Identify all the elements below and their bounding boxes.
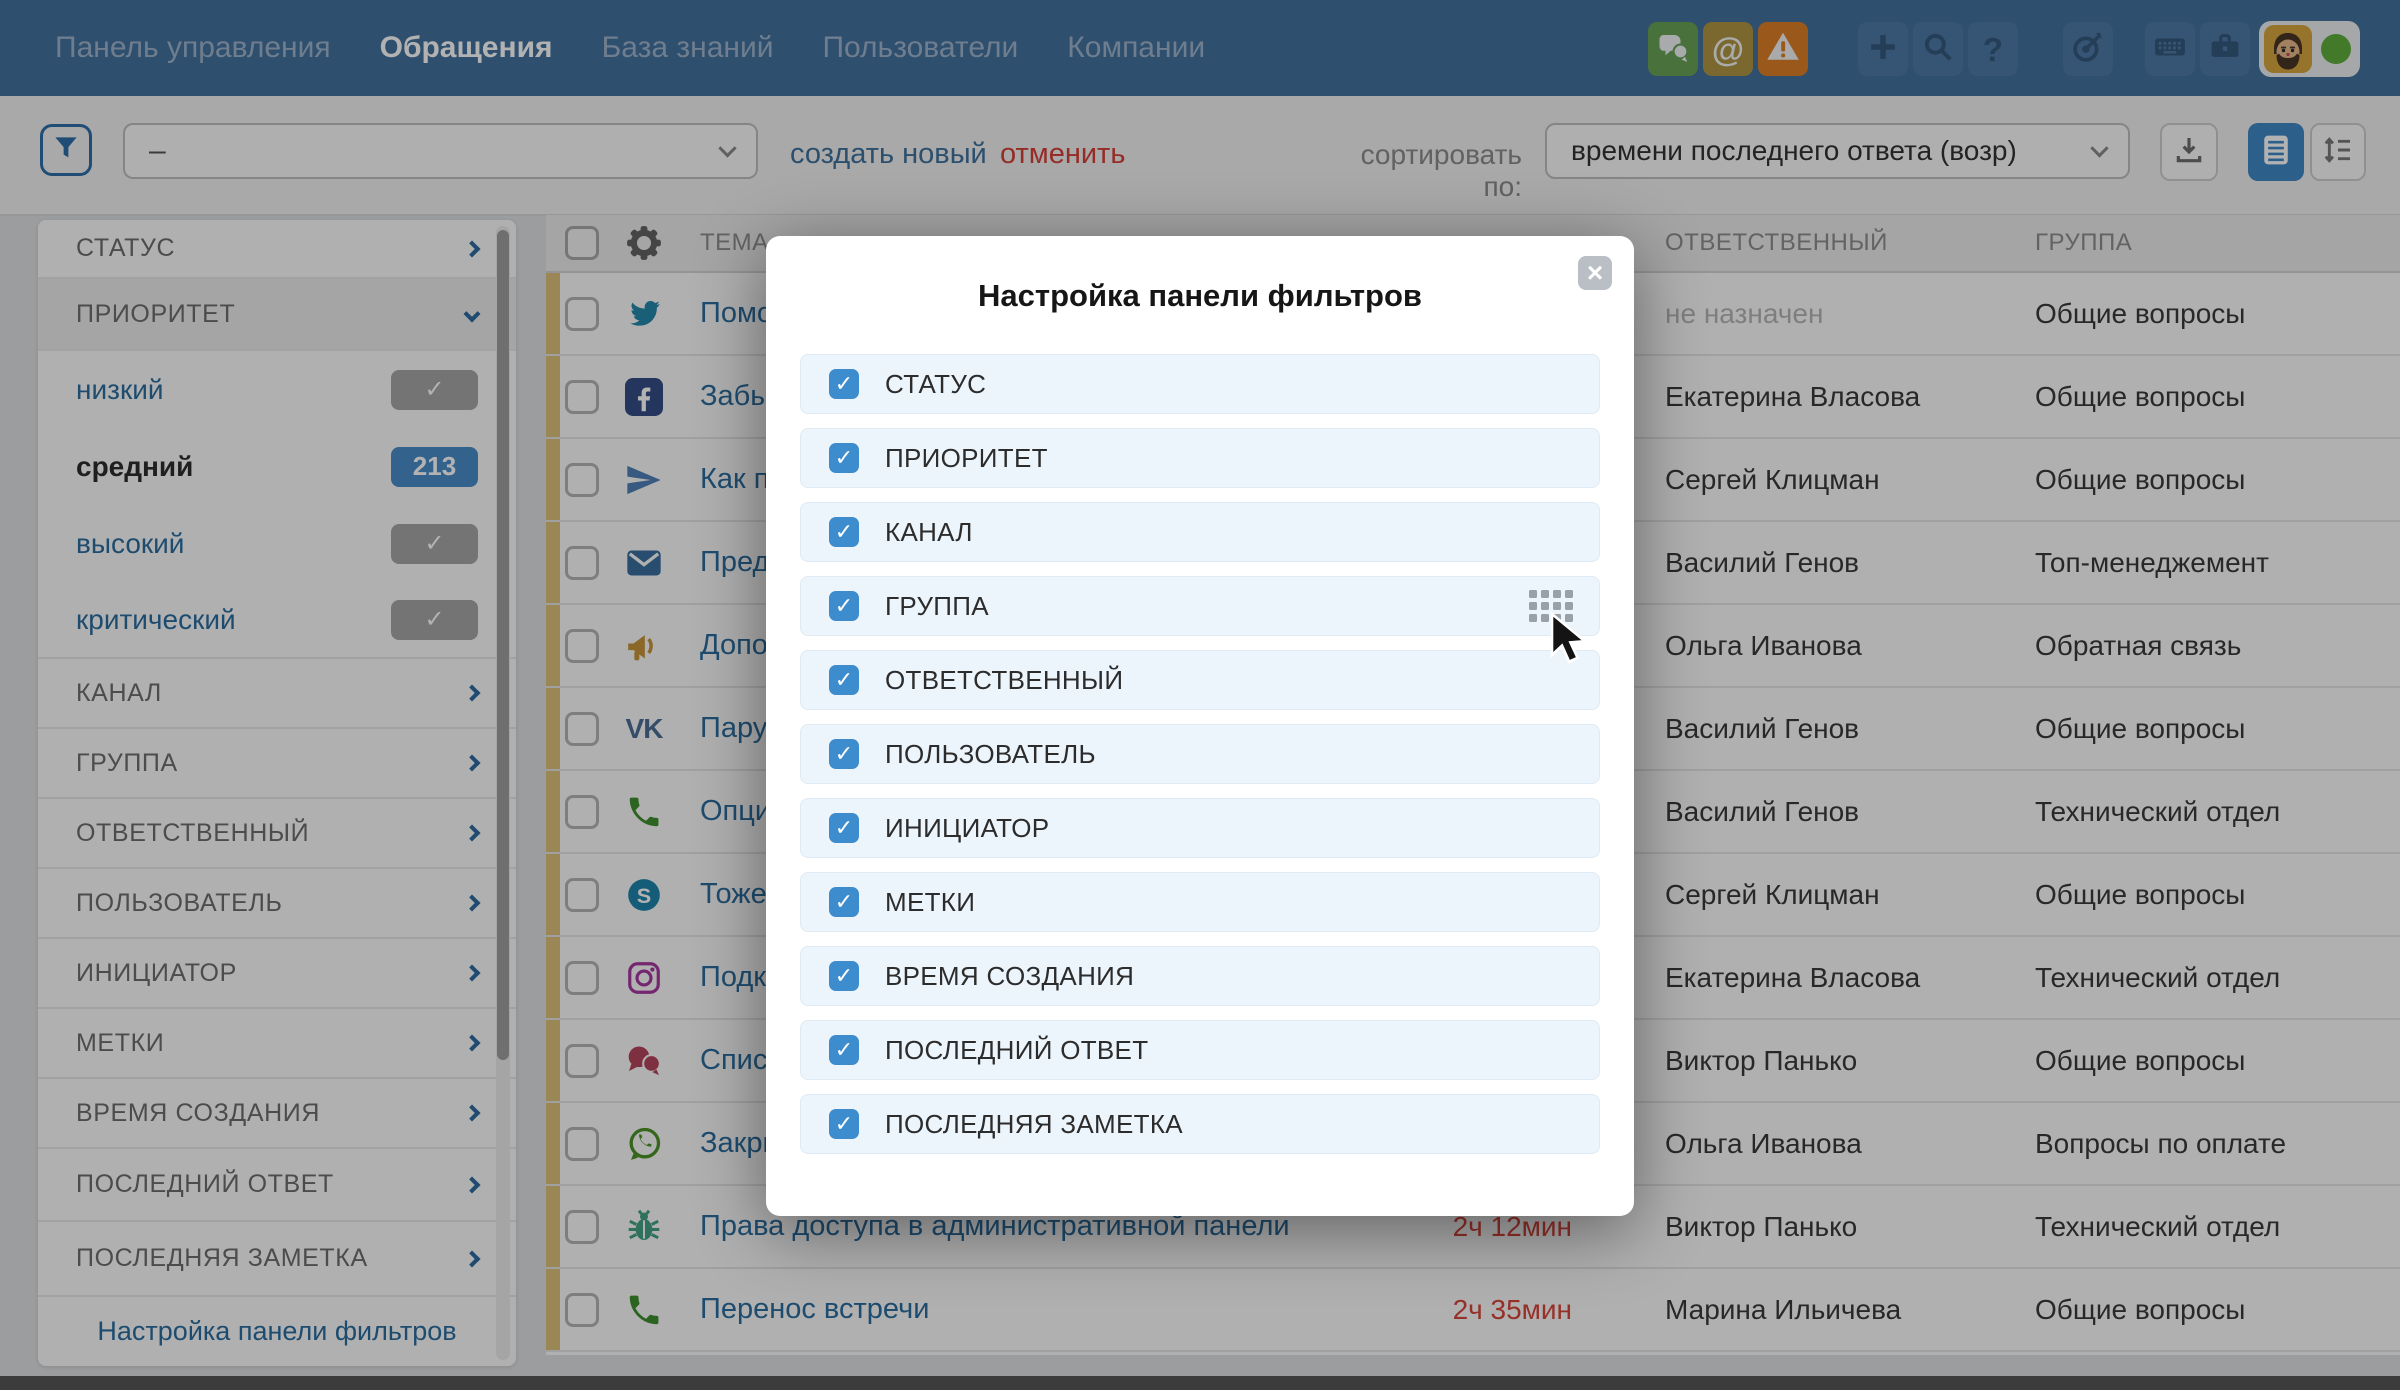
checkbox-checked[interactable]: ✓ bbox=[829, 1109, 859, 1139]
modal-item-last-reply[interactable]: ✓ ПОСЛЕДНИЙ ОТВЕТ bbox=[800, 1020, 1600, 1080]
checkbox-checked[interactable]: ✓ bbox=[829, 961, 859, 991]
checkbox-checked[interactable]: ✓ bbox=[829, 813, 859, 843]
close-icon[interactable]: × bbox=[1578, 256, 1612, 290]
modal-item-responsible[interactable]: ✓ ОТВЕТСТВЕННЫЙ bbox=[800, 650, 1600, 710]
modal-item-last-note[interactable]: ✓ ПОСЛЕДНЯЯ ЗАМЕТКА bbox=[800, 1094, 1600, 1154]
modal-item-label: ОТВЕТСТВЕННЫЙ bbox=[885, 665, 1123, 696]
modal-item-label: СТАТУС bbox=[885, 369, 986, 400]
filter-panel-settings-modal: × Настройка панели фильтров ✓ СТАТУС ✓ П… bbox=[766, 236, 1634, 1216]
drag-handle-icon[interactable] bbox=[1529, 590, 1573, 622]
checkbox-checked[interactable]: ✓ bbox=[829, 665, 859, 695]
modal-item-group[interactable]: ✓ ГРУППА bbox=[800, 576, 1600, 636]
modal-item-created[interactable]: ✓ ВРЕМЯ СОЗДАНИЯ bbox=[800, 946, 1600, 1006]
modal-item-user[interactable]: ✓ ПОЛЬЗОВАТЕЛЬ bbox=[800, 724, 1600, 784]
modal-item-label: ПРИОРИТЕТ bbox=[885, 443, 1048, 474]
checkbox-checked[interactable]: ✓ bbox=[829, 443, 859, 473]
modal-item-label: ИНИЦИАТОР bbox=[885, 813, 1049, 844]
modal-item-label: КАНАЛ bbox=[885, 517, 973, 548]
modal-title: Настройка панели фильтров bbox=[766, 278, 1634, 314]
modal-checkbox-list: ✓ СТАТУС ✓ ПРИОРИТЕТ ✓ КАНАЛ ✓ ГРУППА ✓ … bbox=[800, 354, 1600, 1168]
modal-item-label: ПОСЛЕДНЯЯ ЗАМЕТКА bbox=[885, 1109, 1183, 1140]
modal-item-label: МЕТКИ bbox=[885, 887, 975, 918]
modal-item-status[interactable]: ✓ СТАТУС bbox=[800, 354, 1600, 414]
modal-item-priority[interactable]: ✓ ПРИОРИТЕТ bbox=[800, 428, 1600, 488]
modal-item-initiator[interactable]: ✓ ИНИЦИАТОР bbox=[800, 798, 1600, 858]
checkbox-checked[interactable]: ✓ bbox=[829, 517, 859, 547]
checkbox-checked[interactable]: ✓ bbox=[829, 887, 859, 917]
modal-item-channel[interactable]: ✓ КАНАЛ bbox=[800, 502, 1600, 562]
modal-item-tags[interactable]: ✓ МЕТКИ bbox=[800, 872, 1600, 932]
checkbox-checked[interactable]: ✓ bbox=[829, 739, 859, 769]
modal-item-label: ГРУППА bbox=[885, 591, 989, 622]
modal-item-label: ВРЕМЯ СОЗДАНИЯ bbox=[885, 961, 1134, 992]
modal-item-label: ПОЛЬЗОВАТЕЛЬ bbox=[885, 739, 1096, 770]
checkbox-checked[interactable]: ✓ bbox=[829, 591, 859, 621]
checkbox-checked[interactable]: ✓ bbox=[829, 369, 859, 399]
checkbox-checked[interactable]: ✓ bbox=[829, 1035, 859, 1065]
modal-item-label: ПОСЛЕДНИЙ ОТВЕТ bbox=[885, 1035, 1148, 1066]
